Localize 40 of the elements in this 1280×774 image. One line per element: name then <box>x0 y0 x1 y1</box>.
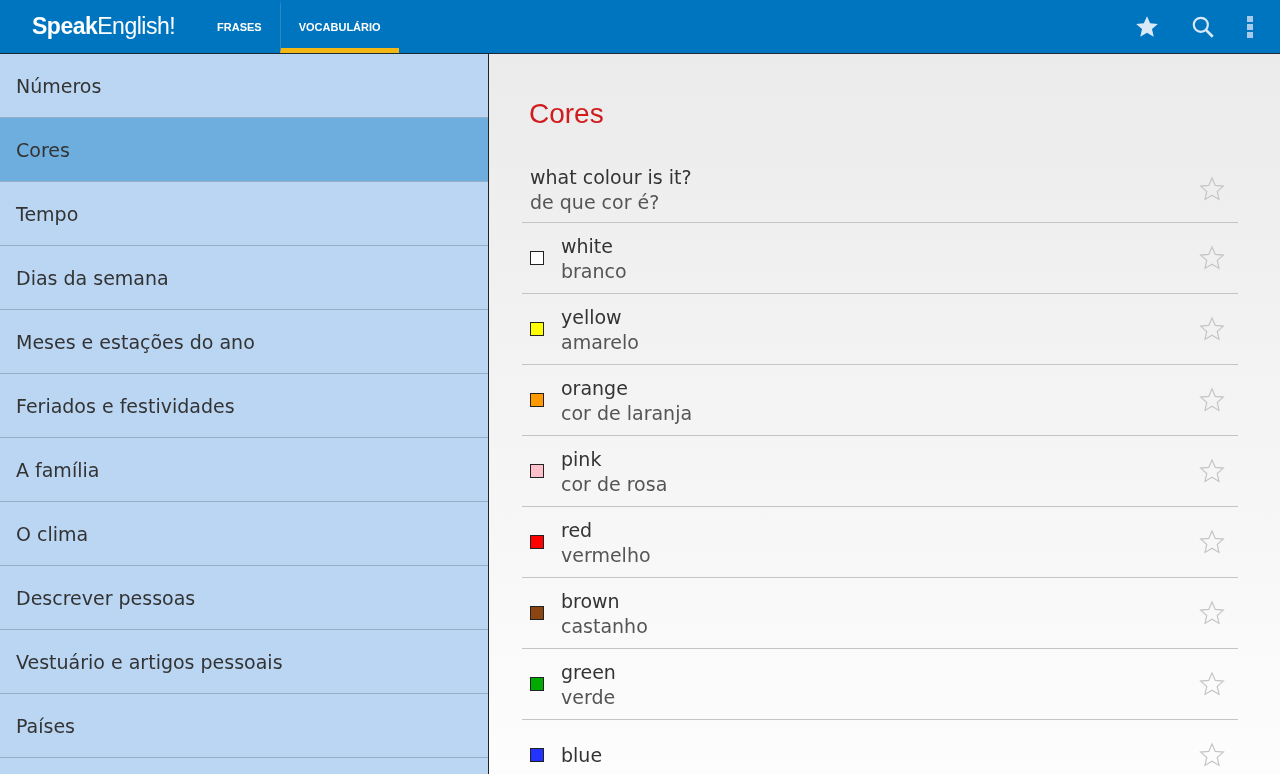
star-icon[interactable] <box>1198 528 1226 556</box>
translation-text: amarelo <box>561 330 640 353</box>
star-icon[interactable] <box>1198 670 1226 698</box>
category-item[interactable]: Tempo <box>0 182 488 246</box>
english-term: orange <box>561 376 629 399</box>
translation-text: cor de laranja <box>561 401 694 424</box>
category-item[interactable]: A família <box>0 438 488 502</box>
category-item[interactable]: Vestuário e artigos pessoais <box>0 630 488 694</box>
app-logo: SpeakEnglish! <box>32 13 176 41</box>
nav-tab[interactable]: FRASES <box>199 0 280 53</box>
star-icon[interactable] <box>1198 244 1226 272</box>
category-item[interactable]: Dias da semana <box>0 246 488 310</box>
star-icon[interactable] <box>1198 175 1226 203</box>
category-item[interactable]: O clima <box>0 502 488 566</box>
english-term: red <box>561 518 594 541</box>
star-icon[interactable] <box>1198 741 1226 769</box>
category-item[interactable]: Descrever pessoas <box>0 566 488 630</box>
star-icon[interactable] <box>1198 599 1226 627</box>
english-term: white <box>561 234 614 257</box>
menu-icon[interactable] <box>1246 14 1254 39</box>
english-term: green <box>561 660 617 683</box>
translation-text: de que cor é? <box>530 190 661 213</box>
star-icon[interactable] <box>1198 315 1226 343</box>
english-term: yellow <box>561 305 623 328</box>
english-term: blue <box>561 744 604 766</box>
star-icon[interactable] <box>1198 386 1226 414</box>
translation-text: verde <box>561 685 617 708</box>
category-item[interactable]: Cores <box>0 118 488 182</box>
translation-text: castanho <box>561 614 649 637</box>
translation-text: branco <box>561 259 628 282</box>
english-term: pink <box>561 447 603 470</box>
section-title: Cores <box>529 98 605 130</box>
category-item[interactable]: Meses e estações do ano <box>0 310 488 374</box>
translation-text: vermelho <box>561 543 652 566</box>
star-icon[interactable] <box>1198 457 1226 485</box>
english-term: brown <box>561 589 621 612</box>
category-item[interactable]: Feriados e festividades <box>0 374 488 438</box>
translation-text: cor de rosa <box>561 472 669 495</box>
category-item[interactable]: Países <box>0 694 488 758</box>
english-term: what colour is it? <box>530 165 693 188</box>
